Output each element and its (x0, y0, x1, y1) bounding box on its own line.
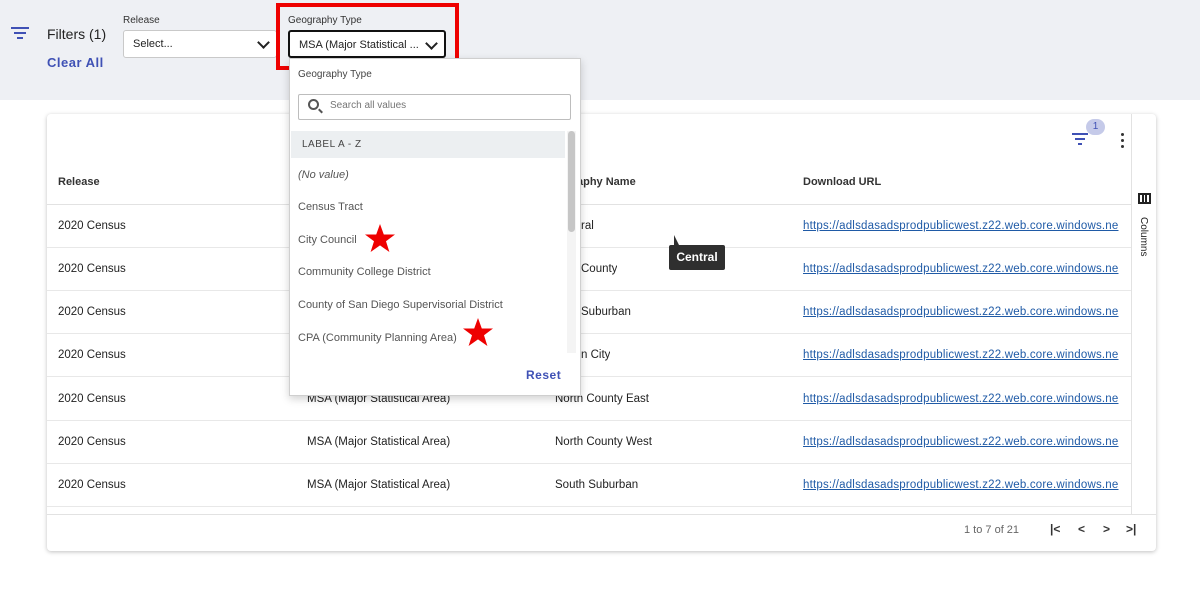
cell-geography-name: Suburban (581, 306, 631, 318)
search-icon (308, 99, 319, 110)
columns-icon[interactable] (1138, 193, 1151, 204)
pagination-summary: 1 to 7 of 21 (964, 524, 1020, 536)
dropdown-option-census-tract[interactable]: Census Tract (298, 201, 363, 213)
columns-panel-toggle[interactable]: Columns (1138, 217, 1149, 256)
release-select[interactable]: Select... (123, 30, 277, 58)
table-row[interactable]: 2020 Census MSA (Major Statistical Area)… (47, 421, 1132, 464)
more-options-icon[interactable] (1120, 133, 1126, 149)
table-row[interactable]: 2020 Census MSA (Major Statistical Area)… (47, 464, 1132, 507)
dropdown-option-county-supervisorial-district[interactable]: County of San Diego Supervisorial Distri… (298, 299, 503, 311)
column-header-download-url[interactable]: Download URL (803, 176, 881, 188)
dropdown-option-cpa[interactable]: CPA (Community Planning Area) (298, 332, 457, 344)
dropdown-title: Geography Type (298, 69, 372, 80)
star-annotation-icon (463, 318, 493, 346)
cell-tooltip: Central (669, 245, 725, 270)
first-page-button[interactable]: |< (1050, 522, 1060, 536)
last-page-button[interactable]: >| (1126, 522, 1136, 536)
table-row[interactable]: 2020 Census ral https://adlsdasadsprodpu… (47, 205, 1132, 248)
dropdown-option-no-value[interactable]: (No value) (298, 169, 349, 181)
cell-download-url[interactable]: https://adlsdasadsprodpublicwest.z22.web… (803, 479, 1130, 491)
release-filter-label: Release (123, 15, 160, 26)
table-row[interactable]: 2020 Census MSA (Major Statistical Area)… (47, 378, 1132, 421)
cell-release: 2020 Census (58, 306, 126, 318)
sort-label-a-z[interactable]: LABEL A - Z (291, 131, 565, 158)
cell-download-url[interactable]: https://adlsdasadsprodpublicwest.z22.web… (803, 306, 1130, 318)
table-row[interactable]: 2020 Census n City https://adlsdasadspro… (47, 334, 1132, 377)
table-row[interactable]: 2020 Census Suburban https://adlsdasadsp… (47, 291, 1132, 334)
chevron-down-icon (257, 36, 270, 49)
cell-release: 2020 Census (58, 436, 126, 448)
cell-geography-name: ral (581, 220, 594, 232)
sort-label-text: LABEL A - Z (302, 139, 362, 150)
clear-all-button[interactable]: Clear All (47, 55, 104, 70)
columns-side-panel (1131, 114, 1156, 514)
dropdown-option-city-council[interactable]: City Council (298, 234, 357, 246)
footer-divider (47, 514, 1156, 515)
cell-download-url[interactable]: https://adlsdasadsprodpublicwest.z22.web… (803, 349, 1130, 361)
previous-page-button[interactable]: < (1078, 522, 1085, 536)
star-annotation-icon (365, 224, 395, 252)
cell-release: 2020 Census (58, 220, 126, 232)
dropdown-option-community-college-district[interactable]: Community College District (298, 266, 431, 278)
cell-download-url[interactable]: https://adlsdasadsprodpublicwest.z22.web… (803, 263, 1130, 275)
cell-geography-name: County (581, 263, 618, 275)
table-row[interactable]: 2020 Census County https://adlsdasadspro… (47, 248, 1132, 291)
cell-geography-name: North County West (555, 436, 652, 448)
next-page-button[interactable]: > (1103, 522, 1110, 536)
cell-download-url[interactable]: https://adlsdasadsprodpublicwest.z22.web… (803, 436, 1130, 448)
cell-geography-type: MSA (Major Statistical Area) (307, 479, 451, 491)
grid-filter-icon[interactable] (1072, 133, 1088, 147)
tooltip-pointer (674, 235, 679, 245)
cell-geography-type: MSA (Major Statistical Area) (307, 436, 451, 448)
cell-geography-name: n City (581, 349, 611, 361)
reset-button[interactable]: Reset (526, 368, 561, 382)
cell-download-url[interactable]: https://adlsdasadsprodpublicwest.z22.web… (803, 393, 1130, 405)
cell-release: 2020 Census (58, 263, 126, 275)
column-header-release[interactable]: Release (58, 176, 100, 188)
filter-icon[interactable] (11, 27, 29, 41)
cell-release: 2020 Census (58, 479, 126, 491)
cell-release: 2020 Census (58, 349, 126, 361)
release-select-value: Select... (133, 38, 173, 50)
cell-geography-name: South Suburban (555, 479, 639, 491)
filters-count-label: Filters (1) (47, 26, 107, 42)
dropdown-search-input[interactable] (330, 100, 560, 111)
dropdown-scrollbar-thumb[interactable] (568, 131, 575, 232)
filter-count-badge: 1 (1086, 119, 1105, 135)
cell-release: 2020 Census (58, 393, 126, 405)
cell-download-url[interactable]: https://adlsdasadsprodpublicwest.z22.web… (803, 220, 1130, 232)
